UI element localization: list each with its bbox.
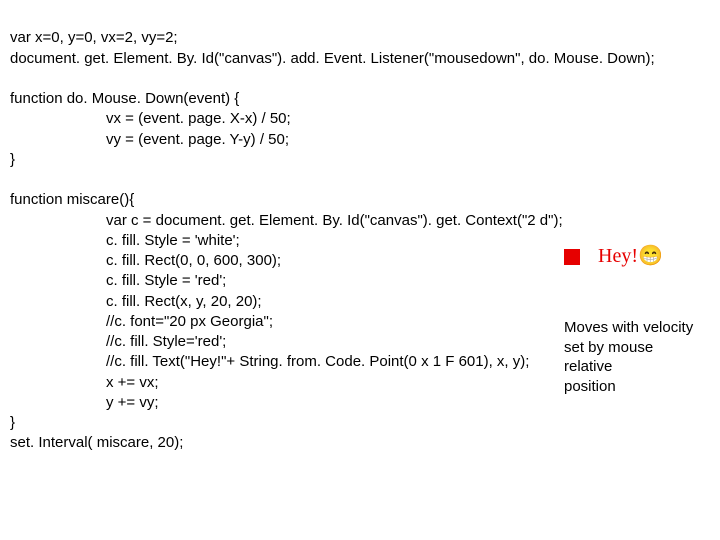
code-line: function do. Mouse. Down(event) { bbox=[10, 90, 239, 107]
annotation-text: Moves with velocity set by mouse relativ… bbox=[564, 318, 704, 396]
annotation-line: Moves with velocity bbox=[564, 318, 704, 338]
code-line: function miscare(){ bbox=[10, 191, 134, 208]
red-square-icon bbox=[564, 249, 580, 265]
code-line: } bbox=[10, 414, 15, 431]
code-line: vx = (event. page. X-x) / 50; bbox=[10, 109, 710, 129]
code-line: set. Interval( miscare, 20); bbox=[10, 434, 183, 451]
annotation-line: set by mouse relative bbox=[564, 338, 704, 377]
code-line: vy = (event. page. Y-y) / 50; bbox=[10, 130, 710, 150]
code-line: var c = document. get. Element. By. Id("… bbox=[10, 211, 710, 231]
right-column: Hey!😁 Moves with velocity set by mouse r… bbox=[564, 243, 704, 396]
code-line: var x=0, y=0, vx=2, vy=2; bbox=[10, 29, 178, 46]
canvas-demo: Hey!😁 bbox=[564, 243, 704, 270]
slide-content: var x=0, y=0, vx=2, vy=2; document. get.… bbox=[10, 8, 710, 454]
code-line: document. get. Element. By. Id("canvas")… bbox=[10, 50, 655, 67]
hey-text: Hey!😁 bbox=[598, 243, 663, 270]
code-line: } bbox=[10, 151, 15, 168]
annotation-line: position bbox=[564, 377, 704, 397]
